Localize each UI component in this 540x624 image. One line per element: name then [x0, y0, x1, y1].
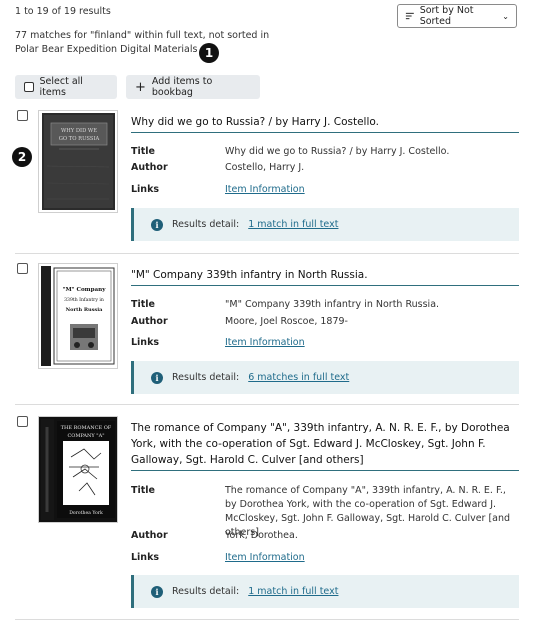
- plus-icon: +: [135, 79, 146, 95]
- callout-badge-1: 1: [199, 43, 219, 63]
- info-icon: i: [151, 371, 163, 384]
- cover-image: WHY DID WE GO TO RUSSIA: [39, 111, 117, 212]
- item-information-link[interactable]: Item Information: [225, 551, 517, 565]
- author-label: Author: [131, 316, 168, 327]
- cover-title-line-3: North Russia: [66, 307, 104, 313]
- item-checkbox[interactable]: [17, 263, 28, 274]
- results-count: 1 to 19 of 19 results: [15, 6, 111, 17]
- full-text-matches-link[interactable]: 1 match in full text: [248, 219, 338, 230]
- cover-title-line-2: 339th Infantry in: [64, 297, 104, 303]
- matches-text: 77 matches for "finland" within full tex…: [15, 30, 270, 41]
- results-detail-label: Results detail:: [172, 219, 240, 230]
- divider: [15, 253, 519, 254]
- cover-thumbnail[interactable]: THE ROMANCE OF COMPANY "A" Dorothea York: [38, 416, 118, 523]
- divider: [15, 619, 519, 620]
- cover-title-line-1: WHY DID WE: [61, 128, 97, 134]
- results-detail-box: i Results detail: 1 match in full text: [131, 575, 519, 608]
- cover-title-line-2: COMPANY "A": [67, 433, 104, 439]
- results-detail-label: Results detail:: [172, 586, 240, 597]
- links-label: Links: [131, 337, 160, 348]
- title-label: Title: [131, 146, 155, 157]
- info-icon: i: [151, 585, 163, 598]
- chevron-down-icon: ⌄: [502, 11, 509, 21]
- item-information-link[interactable]: Item Information: [225, 183, 517, 197]
- collection-name: Polar Bear Expedition Digital Materials: [15, 44, 198, 55]
- author-value: Costello, Harry J.: [225, 162, 305, 173]
- links-label: Links: [131, 184, 160, 195]
- divider: [15, 404, 519, 405]
- add-to-bookbag-button[interactable]: + Add items to bookbag: [126, 75, 260, 99]
- author-label: Author: [131, 162, 168, 173]
- cover-thumbnail[interactable]: "M" Company 339th Infantry in North Russ…: [38, 263, 118, 369]
- author-value: York, Dorothea.: [225, 530, 298, 541]
- cover-title-line-2: GO TO RUSSIA: [59, 136, 100, 142]
- full-text-matches-link[interactable]: 6 matches in full text: [248, 372, 349, 383]
- checkbox-icon: [24, 82, 34, 92]
- cover-image: "M" Company 339th Infantry in North Russ…: [39, 264, 117, 368]
- item-title-link[interactable]: Why did we go to Russia? / by Harry J. C…: [131, 114, 519, 133]
- links-label: Links: [131, 552, 160, 563]
- title-value: Why did we go to Russia? / by Harry J. C…: [225, 146, 450, 157]
- results-detail-box: i Results detail: 1 match in full text: [131, 208, 519, 241]
- title-label: Title: [131, 485, 155, 496]
- select-all-label: Select all items: [39, 76, 83, 98]
- author-value: Moore, Joel Roscoe, 1879-: [225, 316, 348, 327]
- sort-icon: [405, 12, 414, 20]
- select-all-button[interactable]: Select all items: [15, 75, 117, 99]
- item-title-link[interactable]: The romance of Company "A", 339th infant…: [131, 420, 519, 471]
- item-checkbox[interactable]: [17, 110, 28, 121]
- cover-author-line: Dorothea York: [69, 510, 103, 516]
- callout-badge-2: 2: [12, 147, 32, 167]
- results-detail-box: i Results detail: 6 matches in full text: [131, 361, 519, 394]
- sort-dropdown[interactable]: Sort by Not Sorted ⌄: [397, 4, 517, 28]
- cover-title-line-1: THE ROMANCE OF: [61, 425, 112, 431]
- item-information-link[interactable]: Item Information: [225, 336, 517, 350]
- item-checkbox[interactable]: [17, 416, 28, 427]
- results-detail-label: Results detail:: [172, 372, 240, 383]
- cover-thumbnail[interactable]: WHY DID WE GO TO RUSSIA: [38, 110, 118, 213]
- info-icon: i: [151, 218, 163, 231]
- add-bookbag-label: Add items to bookbag: [151, 76, 213, 98]
- full-text-matches-link[interactable]: 1 match in full text: [248, 586, 338, 597]
- matches-summary: 77 matches for "finland" within full tex…: [15, 29, 345, 57]
- author-label: Author: [131, 530, 168, 541]
- title-label: Title: [131, 299, 155, 310]
- sort-label: Sort by Not Sorted: [419, 5, 474, 27]
- title-value: "M" Company 339th infantry in North Russ…: [225, 299, 440, 310]
- item-title-link[interactable]: "M" Company 339th infantry in North Russ…: [131, 267, 519, 286]
- cover-image: THE ROMANCE OF COMPANY "A" Dorothea York: [39, 417, 117, 522]
- cover-title-line-1: "M" Company: [63, 287, 107, 293]
